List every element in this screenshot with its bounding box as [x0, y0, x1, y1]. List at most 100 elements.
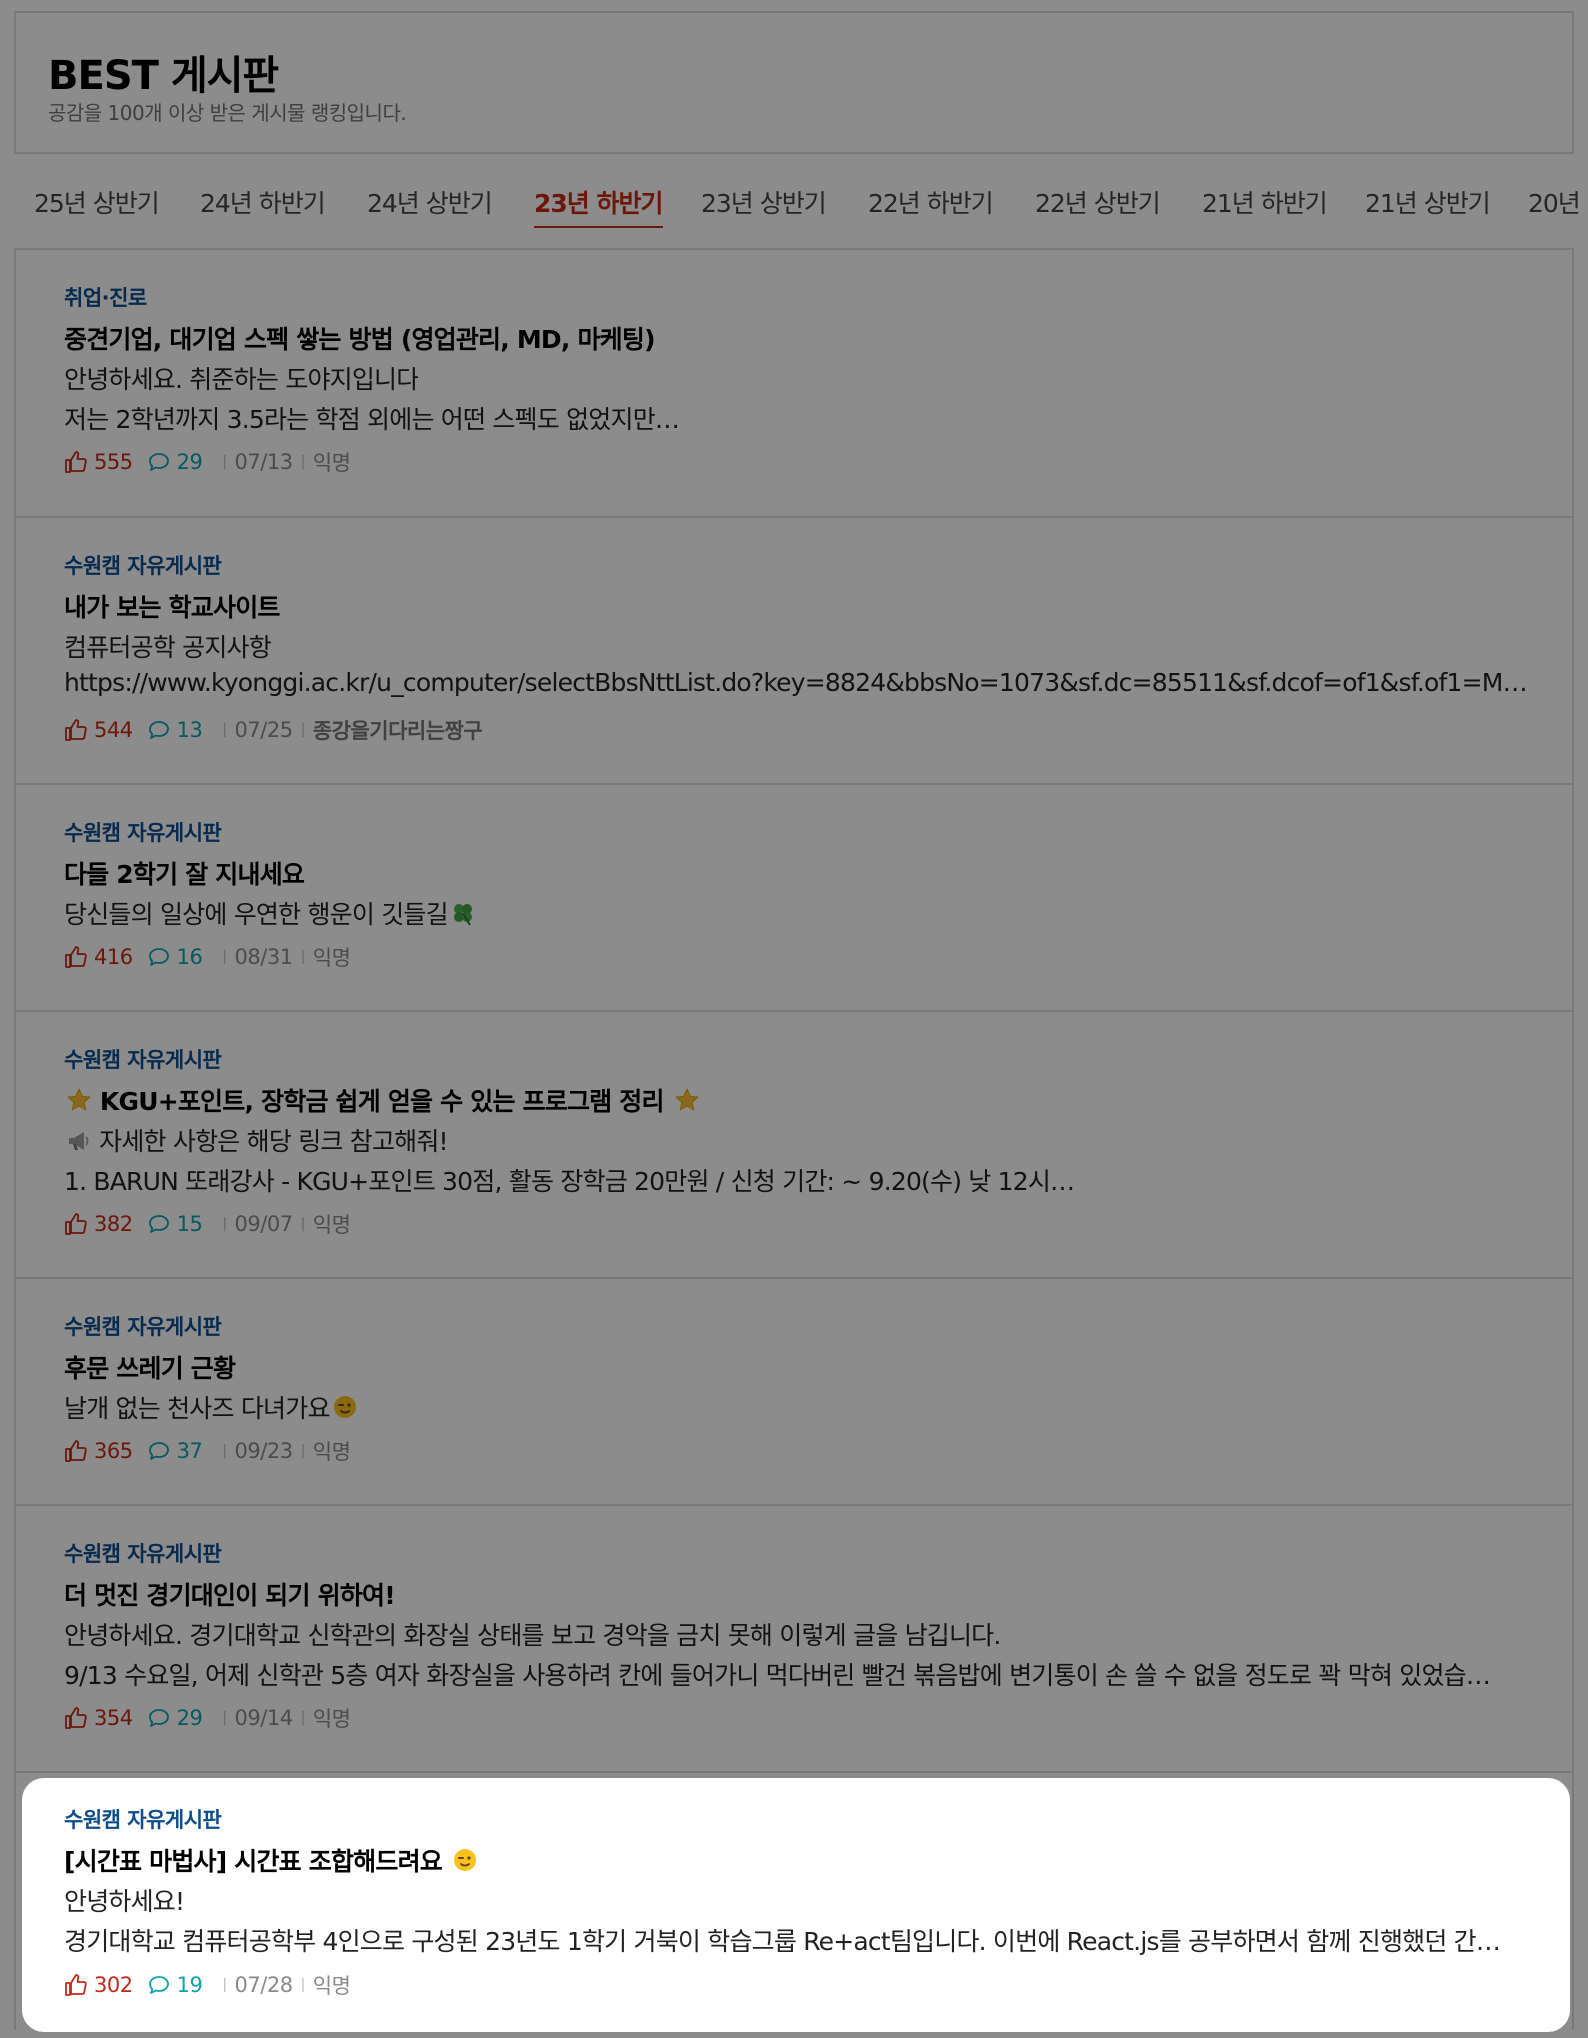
article-board-name: 수원캠 자유게시판	[64, 1542, 222, 1566]
meta-separator: |	[300, 1216, 306, 1232]
post-author: 종강을기다리는짱구	[312, 719, 483, 743]
article-board-name: 수원캠 자유게시판	[64, 1048, 222, 1072]
thumbs-up-icon	[65, 946, 87, 968]
article-preview-line: 컴퓨터공학 공지사항	[64, 633, 271, 662]
meta-separator: |	[222, 1977, 227, 1993]
post-date: 07/13	[234, 450, 294, 474]
article-meta: 416 16 | 08/31 | 익명	[64, 942, 351, 972]
post-date: 09/23	[234, 1439, 294, 1463]
post-date: 09/07	[234, 1212, 294, 1236]
tab-21-second-half[interactable]: 21년 하반기	[1202, 184, 1328, 220]
article-preview-line: 경기대학교 컴퓨터공학부 4인으로 구성된 23년도 1학기 거북이 학습그룹 …	[64, 1927, 1501, 1956]
article-preview-line: 저는 2학년까지 3.5라는 학점 외에는 어떤 스펙도 없었지만…	[64, 405, 680, 434]
post-date: 08/31	[234, 945, 294, 969]
article-meta: 544 13 | 07/25 | 종강을기다리는짱구	[64, 715, 483, 745]
tab-20[interactable]: 20년	[1528, 184, 1581, 220]
thumbs-up-icon	[65, 1974, 87, 1996]
preview-text: 당신들의 일상에 우연한 행운이 깃들길	[64, 900, 449, 929]
article-board-name: 수원캠 자유게시판	[64, 1808, 222, 1832]
article-preview-line: 9/13 수요일, 어제 신학관 5층 여자 화장실을 사용하려 칸에 들어가니…	[64, 1661, 1491, 1690]
like-count: 354	[94, 1706, 133, 1730]
semester-tabs: 25년 상반기 24년 하반기 24년 상반기 23년 하반기 23년 상반기 …	[0, 178, 1588, 228]
article-title: 다들 2학기 잘 지내세요	[64, 860, 305, 889]
comment-icon	[148, 1976, 169, 1994]
article-preview-line: 날개 없는 천사즈 다녀가요	[64, 1389, 358, 1425]
article-meta: 555 29 | 07/13 | 익명	[64, 447, 351, 477]
article-item[interactable]: 수원캠 자유게시판 다들 2학기 잘 지내세요 당신들의 일상에 우연한 행운이…	[16, 785, 1572, 1012]
meta-separator: |	[222, 1216, 227, 1232]
like-count: 302	[94, 1973, 133, 1997]
comment-icon	[148, 948, 169, 966]
tab-22-first-half[interactable]: 22년 상반기	[1035, 184, 1161, 220]
thumbs-up-icon	[65, 719, 87, 741]
article-board-name: 취업·진로	[64, 286, 147, 310]
article-item[interactable]: 수원캠 자유게시판 내가 보는 학교사이트 컴퓨터공학 공지사항 https:/…	[16, 518, 1572, 785]
thumbs-up-icon	[65, 1440, 87, 1462]
winking-face-icon	[333, 1396, 356, 1418]
meta-separator: |	[222, 1710, 227, 1726]
post-author: 익명	[312, 1974, 351, 1998]
comment-icon	[148, 1215, 169, 1233]
like-count: 416	[94, 945, 133, 969]
meta-separator: |	[222, 1443, 227, 1459]
star-icon	[67, 1088, 91, 1111]
article-board-name: 수원캠 자유게시판	[64, 554, 222, 578]
comment-count: 29	[176, 450, 203, 474]
comment-icon	[148, 453, 169, 471]
article-item[interactable]: 수원캠 자유게시판 후문 쓰레기 근황 날개 없는 천사즈 다녀가요 365 3…	[16, 1279, 1572, 1506]
tab-23-second-half[interactable]: 23년 하반기	[534, 184, 663, 228]
like-count: 382	[94, 1212, 133, 1236]
meta-separator: |	[300, 1443, 306, 1459]
comment-icon	[148, 1442, 169, 1460]
page-description: 공감을 100개 이상 받은 게시물 랭킹입니다.	[48, 101, 407, 125]
comment-count: 29	[176, 1706, 203, 1730]
meta-separator: |	[300, 949, 306, 965]
meta-separator: |	[222, 454, 227, 470]
article-title: 후문 쓰레기 근황	[64, 1354, 236, 1383]
post-author: 익명	[312, 946, 351, 970]
board-header: BEST 게시판 공감을 100개 이상 받은 게시물 랭킹입니다.	[14, 11, 1574, 154]
tab-23-first-half[interactable]: 23년 상반기	[701, 184, 827, 220]
star-icon	[674, 1088, 699, 1111]
post-date: 07/28	[234, 1973, 294, 1997]
article-item[interactable]: 취업·진로 중견기업, 대기업 스펙 쌓는 방법 (영업관리, MD, 마케팅)…	[16, 250, 1572, 518]
comment-icon	[148, 721, 169, 739]
tab-24-first-half[interactable]: 24년 상반기	[367, 184, 493, 220]
article-meta: 302 19 | 07/28 | 익명	[64, 1970, 351, 2000]
like-count: 544	[94, 718, 133, 742]
article-meta: 354 29 | 09/14 | 익명	[64, 1703, 351, 1733]
article-meta: 365 37 | 09/23 | 익명	[64, 1436, 351, 1466]
article-list: 취업·진로 중견기업, 대기업 스펙 쌓는 방법 (영업관리, MD, 마케팅)…	[14, 248, 1574, 2030]
tab-21-first-half[interactable]: 21년 상반기	[1365, 184, 1491, 220]
comment-count: 16	[176, 945, 203, 969]
like-count: 555	[94, 450, 133, 474]
thumbs-up-icon	[65, 1707, 87, 1729]
article-title-row: KGU+포인트, 장학금 쉽게 얻을 수 있는 프로그램 정리	[64, 1082, 700, 1118]
article-board-name: 수원캠 자유게시판	[64, 1315, 222, 1339]
post-author: 익명	[312, 1440, 351, 1464]
page-title: BEST 게시판	[48, 53, 279, 99]
article-title: 내가 보는 학교사이트	[64, 593, 280, 622]
article-preview-line: 안녕하세요!	[64, 1887, 185, 1916]
post-date: 09/14	[234, 1706, 294, 1730]
preview-text: 자세한 사항은 해당 링크 참고해줘!	[99, 1127, 448, 1156]
comment-count: 37	[176, 1439, 203, 1463]
article-title: KGU+포인트, 장학금 쉽게 얻을 수 있는 프로그램 정리	[99, 1087, 665, 1116]
article-preview-line: 자세한 사항은 해당 링크 참고해줘!	[64, 1122, 448, 1158]
post-date: 07/25	[234, 718, 294, 742]
tab-22-second-half[interactable]: 22년 하반기	[868, 184, 994, 220]
meta-separator: |	[300, 1710, 306, 1726]
thumbs-up-icon	[65, 1213, 87, 1235]
comment-icon	[148, 1709, 169, 1727]
tab-24-second-half[interactable]: 24년 하반기	[200, 184, 326, 220]
meta-separator: |	[222, 722, 227, 738]
article-meta: 382 15 | 09/07 | 익명	[64, 1209, 351, 1239]
article-preview-line: 안녕하세요. 경기대학교 신학관의 화장실 상태를 보고 경악을 금치 못해 이…	[64, 1621, 1001, 1650]
article-board-name: 수원캠 자유게시판	[64, 821, 222, 845]
article-preview-line: 당신들의 일상에 우연한 행운이 깃들길	[64, 895, 476, 931]
highlighted-article-item[interactable]: 수원캠 자유게시판 [시간표 마법사] 시간표 조합해드려요 안녕하세요! 경기…	[22, 1778, 1570, 2032]
article-item[interactable]: 수원캠 자유게시판 더 멋진 경기대인이 되기 위하여! 안녕하세요. 경기대학…	[16, 1506, 1572, 1773]
article-preview-line: 안녕하세요. 취준하는 도야지입니다	[64, 365, 419, 394]
article-item[interactable]: 수원캠 자유게시판 KGU+포인트, 장학금 쉽게 얻을 수 있는 프로그램 정…	[16, 1012, 1572, 1279]
tab-25-first-half[interactable]: 25년 상반기	[34, 184, 160, 220]
